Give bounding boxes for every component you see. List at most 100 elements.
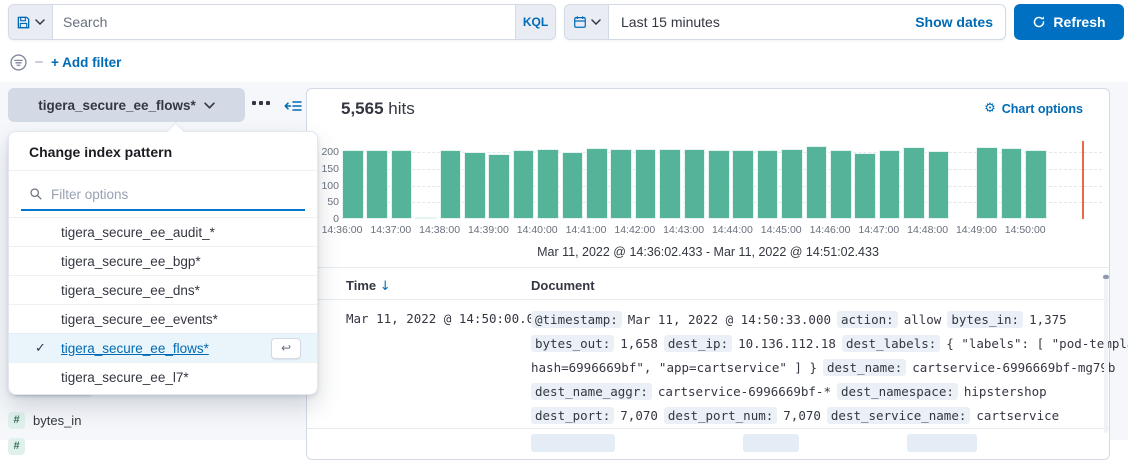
index-pattern-option[interactable]: tigera_secure_ee_events*: [9, 304, 317, 333]
histogram-bar: [537, 149, 559, 219]
x-axis-tick-label: 14:40:00: [517, 224, 558, 236]
x-axis-tick-label: 14:45:00: [761, 224, 802, 236]
histogram-bar: [732, 150, 754, 219]
histogram-bar: [806, 146, 828, 219]
field-name-pill[interactable]: dest_ip:: [664, 335, 732, 352]
x-axis-tick-label: 14:50:00: [1005, 224, 1046, 236]
document-line: @timestamp:Mar 11, 2022 @ 14:50:33.000ac…: [531, 307, 1073, 331]
field-name-pill[interactable]: dest_service_name:: [827, 407, 970, 424]
histogram-bar: [440, 150, 462, 219]
field-value: hash=6996669bf", "app=cartservice" ] }: [531, 360, 817, 375]
refresh-label: Refresh: [1053, 14, 1105, 30]
next-row-field-pill: [531, 434, 615, 452]
field-display-options-icon[interactable]: [252, 101, 270, 105]
time-column-header[interactable]: Time ↓: [346, 278, 391, 294]
next-row-field-pill: [907, 434, 977, 452]
x-axis-tick-label: 14:37:00: [370, 224, 411, 236]
x-axis-tick-label: 14:44:00: [712, 224, 753, 236]
time-range-label[interactable]: Last 15 minutes: [609, 5, 903, 39]
refresh-button[interactable]: Refresh: [1014, 4, 1124, 40]
field-value: { "labels": [ "pod-template-: [946, 336, 1128, 351]
x-axis-tick-label: 14:38:00: [419, 224, 460, 236]
histogram-bar: [464, 152, 486, 219]
show-dates-button[interactable]: Show dates: [903, 5, 1005, 39]
hits-histogram[interactable]: 05010015020014:36:0014:37:0014:38:0014:3…: [307, 89, 1111, 239]
field-name-pill[interactable]: action:: [837, 311, 898, 328]
index-pattern-option[interactable]: tigera_secure_ee_l7*: [9, 362, 317, 391]
histogram-bar: [513, 150, 535, 219]
field-list-item-bytes_in[interactable]: # bytes_in: [8, 408, 308, 432]
histogram-bar: [708, 150, 730, 219]
field-value: 7,070: [783, 408, 821, 423]
divider: [307, 428, 1109, 429]
number-field-icon: #: [8, 438, 25, 455]
index-pattern-option[interactable]: tigera_secure_ee_dns*: [9, 275, 317, 304]
index-pattern-option-label: tigera_secure_ee_dns*: [61, 283, 200, 298]
histogram-bar: [635, 149, 657, 219]
chevron-down-icon: [35, 19, 45, 25]
query-top-bar: KQL Last 15 minutes Show dates Refresh: [0, 0, 1128, 82]
field-value: 1,375: [1029, 312, 1067, 327]
field-value: cartservice-6996669bf-mg79b: [912, 360, 1115, 375]
saved-query-menu-button[interactable]: [9, 5, 53, 39]
field-name-pill[interactable]: dest_name_aggr:: [531, 383, 652, 400]
x-axis-tick-label: 14:49:00: [956, 224, 997, 236]
index-pattern-option[interactable]: tigera_secure_ee_bgp*: [9, 246, 317, 275]
histogram-bar: [488, 154, 510, 219]
next-row-field-pill: [743, 434, 799, 452]
index-pattern-option[interactable]: ✓tigera_secure_ee_flows*↩: [9, 333, 317, 362]
kql-language-button[interactable]: KQL: [515, 5, 555, 39]
chevron-down-icon: [204, 102, 215, 109]
field-label: bytes_in: [33, 413, 81, 428]
x-axis-tick-label: 14:43:00: [663, 224, 704, 236]
row-time-cell: Mar 11, 2022 @ 14:50:00.000: [346, 311, 549, 326]
histogram-bar: [781, 149, 803, 219]
index-pattern-option-label: tigera_secure_ee_events*: [61, 312, 218, 327]
histogram-bar: [976, 147, 998, 219]
x-axis-tick-label: 14:39:00: [468, 224, 509, 236]
document-line: hash=6996669bf", "app=cartservice" ] } de…: [531, 355, 1121, 379]
date-quick-menu-button[interactable]: [565, 5, 609, 39]
document-line: dest_port:7,070dest_port_num:7,070dest_s…: [531, 403, 1065, 427]
histogram-bar: [1001, 148, 1023, 219]
save-query-icon: [16, 15, 31, 30]
index-pattern-option[interactable]: tigera_secure_ee_audit_*: [9, 217, 317, 246]
field-name-pill[interactable]: @timestamp:: [531, 311, 622, 328]
chart-time-range-subtitle: Mar 11, 2022 @ 14:36:02.433 - Mar 11, 20…: [307, 245, 1109, 259]
calendar-icon: [573, 15, 587, 29]
histogram-bar: [684, 149, 706, 219]
collapse-sidebar-icon[interactable]: [284, 98, 302, 114]
search-input[interactable]: [53, 5, 515, 39]
add-filter-button[interactable]: + Add filter: [51, 55, 121, 70]
field-name-pill[interactable]: bytes_out:: [531, 335, 614, 352]
field-value: 1,658: [620, 336, 658, 351]
divider: [307, 299, 1109, 300]
field-name-pill[interactable]: dest_labels:: [842, 335, 940, 352]
histogram-bar: [391, 150, 413, 219]
table-scrollbar-track[interactable]: [1104, 273, 1108, 433]
field-value: 10.136.112.18: [738, 336, 836, 351]
field-name-pill[interactable]: bytes_in:: [947, 311, 1023, 328]
field-name-pill[interactable]: dest_port_num:: [664, 407, 777, 424]
histogram-bar: [610, 149, 632, 219]
field-value: cartservice: [976, 408, 1059, 423]
index-pattern-switcher-button[interactable]: tigera_secure_ee_flows*: [8, 88, 245, 122]
table-scrollbar-thumb[interactable]: [1103, 275, 1109, 279]
histogram-bar: [366, 150, 388, 219]
field-name-pill[interactable]: dest_port:: [531, 407, 614, 424]
field-name-pill[interactable]: dest_name:: [823, 359, 906, 376]
document-column-header: Document: [531, 278, 595, 293]
field-name-pill[interactable]: dest_namespace:: [837, 383, 958, 400]
popover-title: Change index pattern: [9, 132, 317, 171]
field-list-item[interactable]: #: [8, 434, 308, 458]
x-axis-tick-label: 14:41:00: [566, 224, 607, 236]
x-axis-tick-label: 14:36:00: [322, 224, 363, 236]
filter-options-searchbox: [21, 179, 305, 211]
filter-menu-icon[interactable]: [10, 54, 27, 71]
document-line: dest_name_aggr:cartservice-6996669bf-*de…: [531, 379, 1053, 403]
filter-options-input[interactable]: [51, 187, 297, 202]
discover-results-panel: 5,565 hits ⚙ Chart options 0501001502001…: [306, 88, 1110, 460]
number-field-icon: #: [8, 412, 25, 429]
filter-divider-dash: [35, 61, 43, 63]
index-pattern-button-label: tigera_secure_ee_flows*: [38, 98, 196, 113]
